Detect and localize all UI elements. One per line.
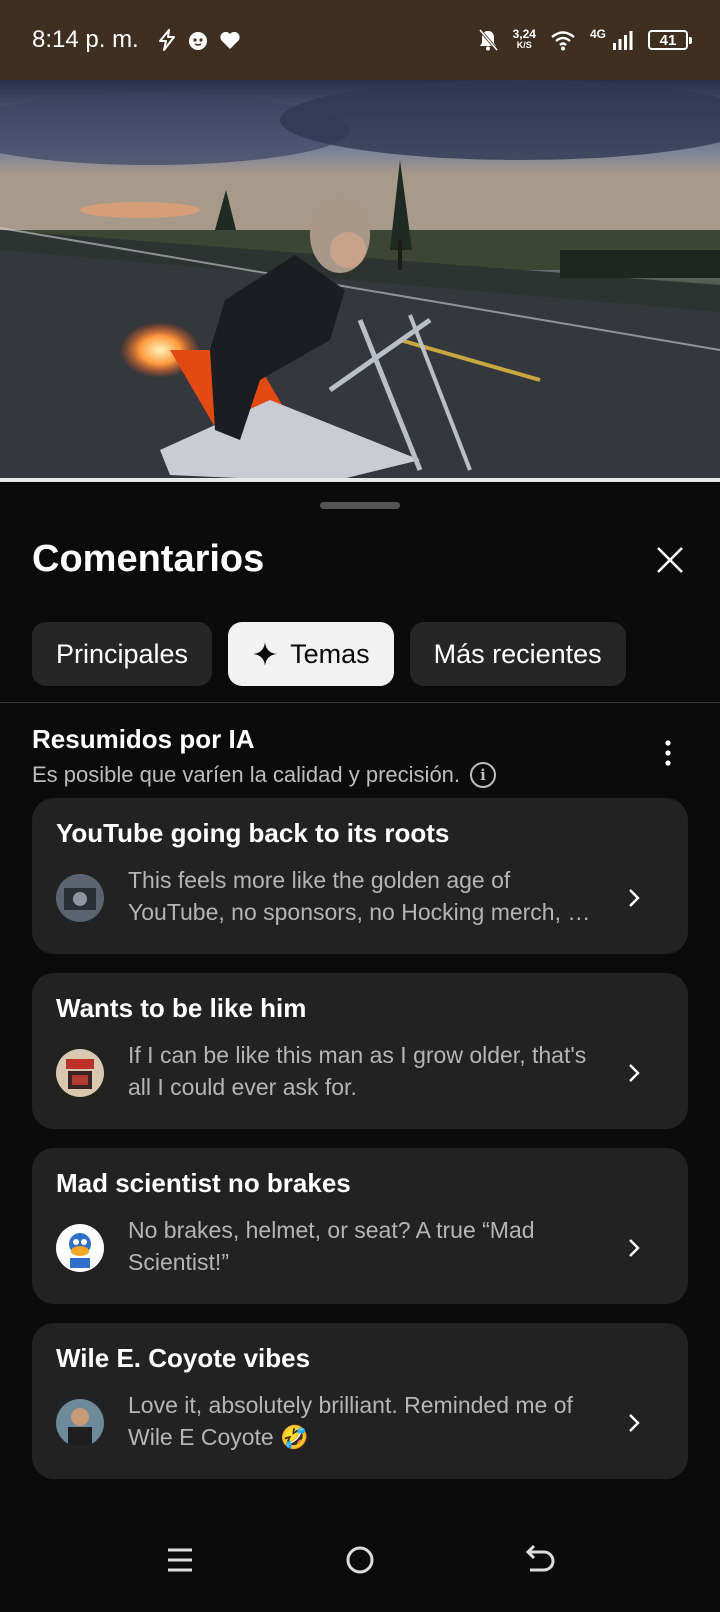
chevron-right-icon <box>629 1064 640 1082</box>
back-icon[interactable] <box>520 1540 560 1580</box>
ai-summary-subtitle: Es posible que varíen la calidad y preci… <box>32 762 497 788</box>
divider <box>0 702 720 703</box>
comments-title: Comentarios <box>32 538 265 580</box>
wifi-icon <box>551 31 575 51</box>
topic-title: Mad scientist no brakes <box>56 1168 351 1198</box>
avatar <box>56 1399 104 1447</box>
avatar <box>56 1224 104 1272</box>
ai-summary-disclaimer: Es posible que varíen la calidad y preci… <box>32 762 461 787</box>
speed-value: 3,24 <box>512 27 536 41</box>
tab-label: Más recientes <box>433 638 602 669</box>
status-bar: 8:14 p. m. 3,24 K/S 4G 41 <box>0 0 720 80</box>
topic-comment: No brakes, helmet, or seat? A true “Mad … <box>128 1217 535 1275</box>
topic-title: Wants to be like him <box>56 993 307 1023</box>
video-progress-bar[interactable] <box>0 478 720 482</box>
network-type: 4G <box>589 27 606 41</box>
avatar <box>56 874 104 922</box>
info-icon[interactable]: i <box>470 762 497 788</box>
topic-title: Wile E. Coyote vibes <box>56 1343 311 1373</box>
status-time: 8:14 p. m. <box>32 26 139 53</box>
topic-comment: Love it, absolutely brilliant. Reminded … <box>128 1392 573 1450</box>
comment-filter-chips: Principales Temas Más recientes <box>32 622 626 686</box>
chevron-right-icon <box>629 889 640 907</box>
topic-card[interactable]: Wants to be like him If I can be like th… <box>32 973 688 1129</box>
topic-comment: If I can be like this man as I grow olde… <box>128 1042 587 1100</box>
more-options-icon[interactable] <box>656 738 680 768</box>
sparkle-icon <box>253 642 278 666</box>
topic-card[interactable]: YouTube going back to its roots This fee… <box>32 798 688 954</box>
heart-icon <box>220 31 240 49</box>
signal-icon <box>613 31 633 50</box>
avatar <box>56 1049 104 1097</box>
tab-principales[interactable]: Principales <box>32 622 213 686</box>
mute-bell-icon <box>478 29 498 51</box>
topic-comment: This feels more like the golden age of Y… <box>128 867 593 925</box>
home-icon[interactable] <box>340 1540 380 1580</box>
comments-sheet: Comentarios Principales Temas Más recien… <box>0 484 720 1612</box>
close-icon[interactable] <box>652 542 688 578</box>
app-notification-icon <box>188 32 207 50</box>
recents-icon[interactable] <box>160 1540 200 1580</box>
chevron-right-icon <box>629 1414 640 1432</box>
bolt-icon <box>158 29 175 51</box>
speed-unit: K/S <box>516 40 532 50</box>
system-nav-bar <box>0 1510 720 1612</box>
network-speed: 3,24 K/S <box>512 27 536 51</box>
topic-title: YouTube going back to its roots <box>56 818 450 848</box>
drag-handle[interactable] <box>320 502 400 509</box>
video-player[interactable] <box>0 80 720 482</box>
video-frame <box>0 80 720 482</box>
chevron-right-icon <box>629 1239 640 1257</box>
topic-card[interactable]: Wile E. Coyote vibes Love it, absolutely… <box>32 1323 688 1479</box>
tab-mas-recientes[interactable]: Más recientes <box>409 622 626 686</box>
tab-label: Principales <box>56 638 189 669</box>
battery-indicator: 41 <box>648 30 692 50</box>
topic-card[interactable]: Mad scientist no brakes No brakes, helme… <box>32 1148 688 1304</box>
tab-temas[interactable]: Temas <box>228 622 394 686</box>
tab-label: Temas <box>290 638 370 669</box>
ai-summary-title: Resumidos por IA <box>32 724 255 754</box>
